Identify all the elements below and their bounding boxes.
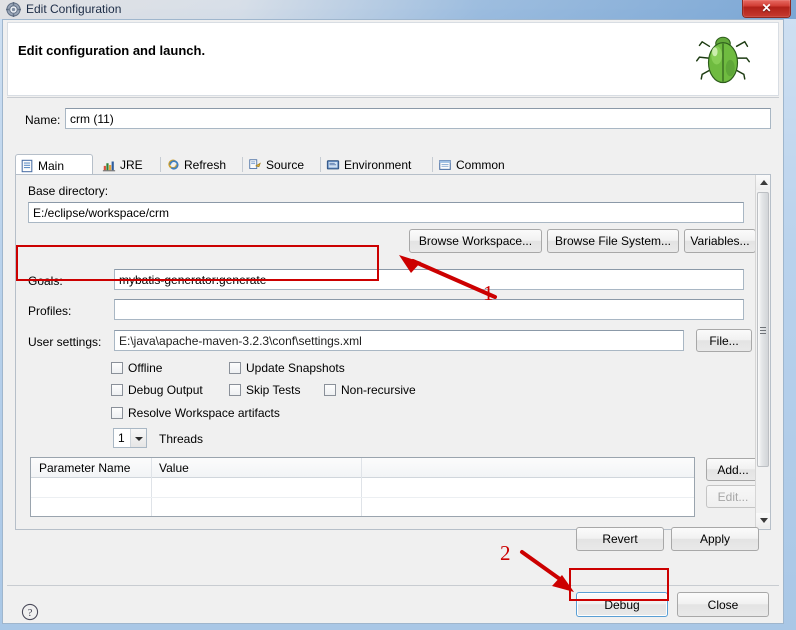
page-title: Edit configuration and launch. bbox=[18, 43, 206, 58]
browse-workspace-button[interactable]: Browse Workspace... bbox=[409, 229, 542, 253]
triangle-up-icon bbox=[760, 180, 768, 185]
window-frame: Edit Configuration ✕ Edit configuration … bbox=[0, 0, 796, 630]
name-label: Name: bbox=[25, 113, 61, 127]
close-button[interactable]: ✕ bbox=[742, 0, 791, 18]
screenshot-root: Edit Configuration ✕ Edit configuration … bbox=[0, 0, 796, 630]
table-row-divider bbox=[31, 497, 694, 498]
add-parameter-button[interactable]: Add... bbox=[706, 458, 760, 481]
user-settings-file-button[interactable]: File... bbox=[696, 329, 752, 352]
checkbox-label-resolve-workspace-artifacts: Resolve Workspace artifacts bbox=[128, 406, 280, 420]
table-column-divider bbox=[361, 458, 362, 516]
checkbox-box-icon bbox=[111, 384, 123, 396]
scroll-content: Base directory: Browse Workspace... Brow… bbox=[16, 175, 760, 528]
tab-separator bbox=[160, 157, 161, 172]
user-settings-input[interactable] bbox=[114, 330, 684, 351]
tab-label-jre: JRE bbox=[120, 157, 143, 172]
name-row: Name: bbox=[15, 108, 771, 134]
profiles-input[interactable] bbox=[114, 299, 744, 320]
threads-value: 1 bbox=[118, 431, 125, 445]
threads-label: Threads bbox=[159, 432, 204, 446]
goals-input[interactable] bbox=[114, 269, 744, 290]
content-scrollbar[interactable] bbox=[755, 175, 770, 528]
source-icon bbox=[249, 158, 261, 169]
user-settings-label: User settings: bbox=[28, 335, 102, 349]
tab-label-main: Main bbox=[38, 158, 65, 173]
edit-parameter-button: Edit... bbox=[706, 485, 760, 508]
tab-label-source: Source bbox=[266, 157, 305, 172]
tab-label-refresh: Refresh bbox=[184, 157, 227, 172]
close-dialog-button[interactable]: Close bbox=[677, 592, 769, 617]
checkbox-label-debug-output: Debug Output bbox=[128, 383, 203, 397]
common-icon bbox=[439, 159, 451, 170]
svg-text:?: ? bbox=[28, 608, 33, 619]
base-directory-label: Base directory: bbox=[28, 184, 109, 198]
chevron-down-icon bbox=[130, 429, 146, 447]
green-bug-icon bbox=[695, 36, 751, 84]
scrollbar-thumb[interactable] bbox=[757, 192, 769, 467]
tab-separator bbox=[320, 157, 321, 172]
tab-strip: Main JRE Refresh Source Environment Comm… bbox=[15, 153, 771, 175]
dialog-header: Edit configuration and launch. bbox=[7, 22, 779, 96]
tab-separator bbox=[242, 157, 243, 172]
checkbox-label-offline: Offline bbox=[128, 361, 163, 375]
column-header-parameter-name: Parameter Name bbox=[39, 461, 131, 475]
tab-label-common: Common bbox=[456, 157, 505, 172]
tab-refresh[interactable]: Refresh bbox=[162, 154, 242, 175]
main-tab-panel: Base directory: Browse Workspace... Brow… bbox=[15, 175, 771, 530]
apply-button[interactable]: Apply bbox=[671, 527, 759, 551]
environment-icon bbox=[326, 159, 340, 169]
checkbox-skip-tests[interactable]: Skip Tests bbox=[229, 383, 300, 397]
checkbox-update-snapshots[interactable]: Update Snapshots bbox=[229, 361, 345, 375]
checkbox-box-icon bbox=[229, 362, 241, 374]
tab-common[interactable]: Common bbox=[434, 154, 519, 175]
tab-environment[interactable]: Environment bbox=[322, 154, 432, 175]
help-question-mark-icon[interactable]: ? bbox=[21, 603, 39, 621]
checkbox-debug-output[interactable]: Debug Output bbox=[111, 383, 203, 397]
scroll-up-button[interactable] bbox=[756, 175, 770, 190]
configuration-name-input[interactable] bbox=[65, 108, 771, 129]
profiles-label: Profiles: bbox=[28, 304, 72, 318]
close-icon: ✕ bbox=[761, 1, 772, 15]
debug-button[interactable]: Debug bbox=[576, 592, 668, 617]
checkbox-box-icon bbox=[111, 362, 123, 374]
column-header-value: Value bbox=[159, 461, 189, 475]
window-title: Edit Configuration bbox=[26, 2, 122, 16]
base-directory-input[interactable] bbox=[28, 202, 744, 223]
goals-label: Goals: bbox=[28, 274, 63, 288]
revert-button[interactable]: Revert bbox=[576, 527, 664, 551]
checkbox-resolve-workspace-artifacts[interactable]: Resolve Workspace artifacts bbox=[111, 406, 280, 420]
gear-icon bbox=[6, 2, 21, 17]
checkbox-label-skip-tests: Skip Tests bbox=[246, 383, 301, 397]
edit-configuration-dialog: Edit configuration and launch. Name: crm… bbox=[2, 19, 784, 624]
checkbox-box-icon bbox=[229, 384, 241, 396]
footer-divider bbox=[7, 585, 779, 586]
tab-label-environment: Environment bbox=[344, 157, 412, 172]
checkbox-box-icon bbox=[324, 384, 336, 396]
checkbox-non-recursive[interactable]: Non-recursive bbox=[324, 383, 416, 397]
tab-separator bbox=[432, 157, 433, 172]
checkbox-offline[interactable]: Offline bbox=[111, 361, 162, 375]
browse-file-system-button[interactable]: Browse File System... bbox=[547, 229, 679, 253]
jre-icon bbox=[102, 161, 116, 171]
tab-source[interactable]: Source bbox=[244, 154, 320, 175]
variables-button[interactable]: Variables... bbox=[684, 229, 756, 253]
table-column-divider bbox=[151, 458, 152, 516]
tab-jre[interactable]: JRE bbox=[98, 154, 160, 175]
document-icon bbox=[21, 159, 33, 172]
table-header-row: Parameter Name Value bbox=[31, 458, 694, 478]
checkbox-label-non-recursive: Non-recursive bbox=[341, 383, 416, 397]
parameters-table[interactable]: Parameter Name Value bbox=[30, 457, 695, 517]
header-divider bbox=[7, 97, 779, 98]
tab-main[interactable]: Main bbox=[15, 154, 93, 175]
title-bar: Edit Configuration ✕ bbox=[0, 0, 796, 19]
threads-dropdown[interactable]: 1 bbox=[113, 428, 147, 448]
triangle-down-icon bbox=[760, 518, 768, 523]
checkbox-label-update-snapshots: Update Snapshots bbox=[246, 361, 345, 375]
scroll-down-button[interactable] bbox=[756, 513, 770, 528]
refresh-icon bbox=[168, 159, 179, 170]
checkbox-box-icon bbox=[111, 407, 123, 419]
